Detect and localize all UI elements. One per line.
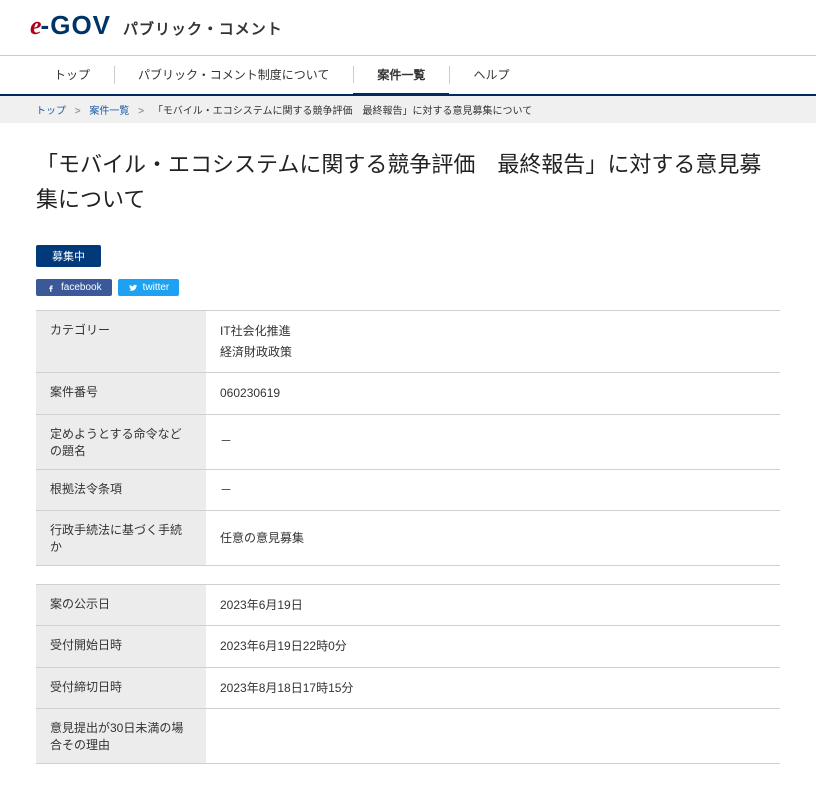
table-row: 根拠法令条項－ [36,469,780,510]
row-value: － [206,469,780,510]
nav-item[interactable]: トップ [30,56,114,94]
twitter-share-button[interactable]: twitter [118,279,180,296]
breadcrumb: トップ > 案件一覧 > 「モバイル・エコシステムに関する競争評価 最終報告」に… [0,96,816,123]
logo[interactable]: e-GOV パブリック・コメント [30,10,786,41]
logo-e: e [30,11,41,40]
site-header: e-GOV パブリック・コメント [0,0,816,49]
facebook-share-button[interactable]: facebook [36,279,112,296]
row-value: 2023年6月19日22時0分 [206,626,780,667]
main-nav: トップパブリック・コメント制度について案件一覧ヘルプ [0,55,816,96]
table-row: 行政手続法に基づく手続か任意の意見募集 [36,510,780,565]
breadcrumb-list[interactable]: 案件一覧 [89,106,129,117]
status-badge: 募集中 [36,245,101,267]
table-row: 定めようとする命令などの題名－ [36,414,780,469]
facebook-label: facebook [61,282,102,293]
row-header: 意見提出が30日未満の場合その理由 [36,709,206,764]
twitter-icon [128,283,138,293]
table-row: 意見提出が30日未満の場合その理由 [36,709,780,764]
logo-dash: - [41,10,51,40]
status-row: 募集中 [36,245,780,267]
table-row: 受付締切日時2023年8月18日17時15分 [36,667,780,708]
twitter-label: twitter [143,282,170,293]
info-table-1: カテゴリーIT社会化推進経済財政政策案件番号060230619定めようとする命令… [36,310,780,566]
page-title: 「モバイル・エコシステムに関する競争評価 最終報告」に対する意見募集について [36,147,780,217]
row-header: 根拠法令条項 [36,469,206,510]
row-header: 案の公示日 [36,584,206,625]
row-value: 任意の意見募集 [206,510,780,565]
breadcrumb-sep: > [75,106,81,117]
row-value: － [206,414,780,469]
facebook-icon [46,283,56,293]
logo-gov: GOV [50,10,111,40]
row-header: 受付開始日時 [36,626,206,667]
breadcrumb-current: 「モバイル・エコシステムに関する競争評価 最終報告」に対する意見募集について [153,106,532,117]
table-row: 受付開始日時2023年6月19日22時0分 [36,626,780,667]
row-value: 2023年6月19日 [206,584,780,625]
main-content: 「モバイル・エコシステムに関する競争評価 最終報告」に対する意見募集について 募… [0,123,816,806]
table-row: 案の公示日2023年6月19日 [36,584,780,625]
row-value: 060230619 [206,373,780,414]
logo-subtitle: パブリック・コメント [123,18,283,39]
row-header: 受付締切日時 [36,667,206,708]
row-header: 案件番号 [36,373,206,414]
info-table-2: 案の公示日2023年6月19日受付開始日時2023年6月19日22時0分受付締切… [36,584,780,764]
breadcrumb-sep: > [138,106,144,117]
row-value: 2023年8月18日17時15分 [206,667,780,708]
nav-item[interactable]: 案件一覧 [353,56,449,96]
logo-mark: e-GOV [30,10,111,41]
table-row: 案件番号060230619 [36,373,780,414]
row-header: カテゴリー [36,311,206,373]
row-value [206,709,780,764]
share-row: facebook twitter [36,279,780,296]
nav-item[interactable]: パブリック・コメント制度について [114,56,353,94]
table-row: カテゴリーIT社会化推進経済財政政策 [36,311,780,373]
breadcrumb-top[interactable]: トップ [36,106,66,117]
row-value: IT社会化推進経済財政政策 [206,311,780,373]
row-header: 定めようとする命令などの題名 [36,414,206,469]
row-header: 行政手続法に基づく手続か [36,510,206,565]
nav-item[interactable]: ヘルプ [449,56,533,94]
